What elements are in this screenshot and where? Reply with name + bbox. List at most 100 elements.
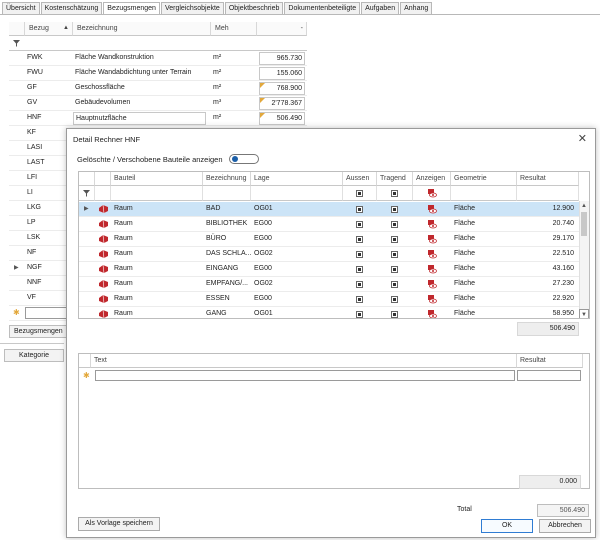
column-header-text[interactable]: Text [91, 354, 517, 368]
column-header-lage[interactable]: Lage [251, 172, 343, 186]
table-row[interactable]: ▶ Raum BAD OG01 Fläche 12.900 [79, 202, 579, 217]
scroll-up-icon[interactable]: ▲ [579, 201, 589, 211]
filter-cell-resultat[interactable] [517, 186, 579, 201]
bezeichnung-cell: Fläche Wandabdichtung unter Terrain [75, 69, 192, 76]
eye-icon[interactable] [427, 234, 437, 244]
scrollbar-thumb[interactable] [581, 212, 587, 236]
tragend-checkbox[interactable] [391, 266, 398, 273]
aussen-checkbox[interactable] [356, 251, 363, 258]
aussen-checkbox[interactable] [356, 221, 363, 228]
column-header-bauteil[interactable]: Bauteil [111, 172, 203, 186]
resultat-cell: 58.950 [552, 310, 574, 317]
new-text-input[interactable] [95, 370, 515, 381]
filter-checkbox-aussen[interactable] [356, 190, 363, 197]
aussen-checkbox[interactable] [356, 281, 363, 288]
column-header-resultat[interactable]: Resultat [517, 354, 583, 368]
filter-cell-lage[interactable] [251, 186, 343, 201]
table-row[interactable]: Raum DAS SCHLA... OG02 Fläche 22.510 [79, 247, 579, 262]
column-header-value[interactable]: - [257, 22, 307, 36]
eye-icon[interactable] [427, 264, 437, 274]
eye-icon[interactable] [427, 204, 437, 214]
lage-cell: OG01 [254, 310, 273, 317]
bauteil-cell: Raum [114, 250, 133, 257]
bezugsmengen-button[interactable]: Bezugsmengen [9, 325, 71, 338]
table-row[interactable]: FWU Fläche Wandabdichtung unter Terrain m²… [9, 66, 307, 81]
show-deleted-toggle[interactable] [229, 154, 259, 164]
column-header-resultat[interactable]: Resultat [517, 172, 579, 186]
text-grid: Text Resultat ✱ 0.000 [78, 353, 590, 489]
bauteil-cell: Raum [114, 235, 133, 242]
raum-icon [99, 205, 108, 213]
filter-cell-anzeigen[interactable] [413, 186, 451, 201]
column-header-bezeichnung[interactable]: Bezeichnung [73, 22, 211, 36]
value-text: 965.730 [276, 55, 302, 62]
filter-checkbox-tragend[interactable] [391, 190, 398, 197]
table-row[interactable]: GV Gebäudevolumen m³ 2'778.367 [9, 96, 307, 111]
filter-cell-tragend[interactable] [377, 186, 413, 201]
aussen-checkbox[interactable] [356, 266, 363, 273]
value-cell[interactable]: 965.730 [259, 52, 305, 65]
tragend-checkbox[interactable] [391, 311, 398, 318]
save-template-button[interactable]: Als Vorlage speichern [78, 517, 160, 531]
filter-icon[interactable] [13, 40, 20, 47]
kategorie-button[interactable]: Kategorie [4, 349, 64, 362]
column-header-anzeigen[interactable]: Anzeigen [413, 172, 451, 186]
column-header-meh[interactable]: Meh [211, 22, 257, 36]
eye-icon[interactable] [427, 279, 437, 289]
cancel-button[interactable]: Abbrechen [539, 519, 591, 533]
table-row[interactable]: Raum BÜRO EG00 Fläche 29.170 [79, 232, 579, 247]
geometrie-cell: Fläche [454, 280, 476, 287]
aussen-checkbox[interactable] [356, 311, 363, 318]
raum-icon [99, 280, 108, 288]
filter-cell-bauteil[interactable] [111, 186, 203, 201]
table-row[interactable]: FWK Fläche Wandkonstruktion m² 965.730 [9, 51, 307, 66]
tragend-checkbox[interactable] [391, 221, 398, 228]
tragend-checkbox[interactable] [391, 296, 398, 303]
value-cell[interactable]: 2'778.367 [259, 97, 305, 110]
aussen-checkbox[interactable] [356, 236, 363, 243]
bezug-cell: NF [27, 249, 37, 256]
detail-rechner-dialog: Detail Rechner HNF ✕ Gelöschte / Verscho… [66, 128, 596, 538]
new-resultat-input[interactable] [517, 370, 581, 381]
tragend-checkbox[interactable] [391, 236, 398, 243]
column-header-aussen[interactable]: Aussen [343, 172, 377, 186]
tragend-checkbox[interactable] [391, 281, 398, 288]
bezeichnung-cell: ESSEN [206, 295, 230, 302]
geometrie-cell: Fläche [454, 295, 476, 302]
eye-icon[interactable] [427, 309, 437, 319]
column-header-bezeichnung[interactable]: Bezeichnung [203, 172, 251, 186]
table-row[interactable]: Raum EMPFANG/... OG02 Fläche 27.230 [79, 277, 579, 292]
filter-cell-aussen[interactable] [343, 186, 377, 201]
tragend-checkbox[interactable] [391, 251, 398, 258]
eye-icon[interactable] [427, 294, 437, 304]
table-row[interactable]: GF Geschossfläche m² 768.900 [9, 81, 307, 96]
table-row[interactable]: HNF Hauptnutzfläche m² 506.490 [9, 111, 307, 126]
table-row[interactable]: Raum ESSEN EG00 Fläche 22.920 [79, 292, 579, 307]
aussen-checkbox[interactable] [356, 296, 363, 303]
dialog-title: Detail Rechner HNF [73, 135, 141, 144]
scroll-down-icon[interactable]: ▼ [579, 309, 589, 318]
column-header-bezug[interactable]: Bezug ▲ [25, 22, 73, 36]
column-header-geometrie[interactable]: Geometrie [451, 172, 517, 186]
column-header-tragend[interactable]: Tragend [377, 172, 413, 186]
total-value: 506.490 [537, 504, 589, 517]
filter-cell-geometrie[interactable] [451, 186, 517, 201]
value-cell[interactable]: 768.900 [259, 82, 305, 95]
tragend-checkbox[interactable] [391, 206, 398, 213]
table-row[interactable]: Raum GANG OG01 Fläche 58.950 [79, 307, 579, 319]
lage-cell: EG00 [254, 220, 272, 227]
aussen-checkbox[interactable] [356, 206, 363, 213]
value-text: 768.900 [276, 85, 302, 92]
close-icon[interactable]: ✕ [578, 132, 587, 145]
raum-icon [99, 220, 108, 228]
filter-icon[interactable] [83, 190, 90, 197]
filter-cell-bezeichnung[interactable] [203, 186, 251, 201]
eye-icon[interactable] [427, 219, 437, 229]
table-row[interactable]: Raum EINGANG EG00 Fläche 43.160 [79, 262, 579, 277]
value-cell[interactable]: 155.060 [259, 67, 305, 80]
value-cell[interactable]: 506.490 [259, 112, 305, 125]
eye-icon[interactable] [427, 188, 437, 198]
table-row[interactable]: Raum BIBLIOTHEK EG00 Fläche 20.740 [79, 217, 579, 232]
eye-icon[interactable] [427, 249, 437, 259]
ok-button[interactable]: OK [481, 519, 533, 533]
